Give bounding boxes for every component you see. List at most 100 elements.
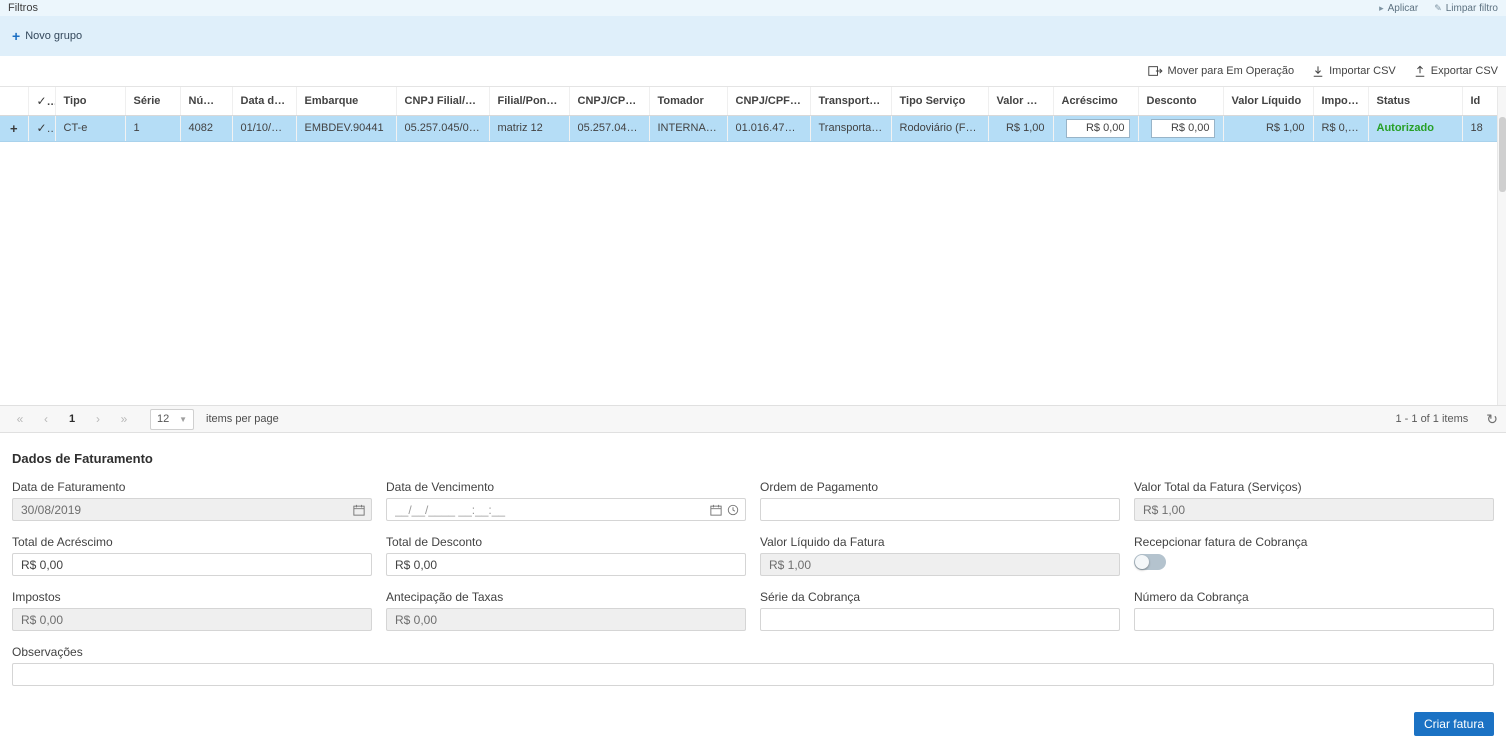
export-csv-button[interactable]: Exportar CSV bbox=[1414, 65, 1498, 78]
grid-header-row: ✓ Tipo Série Número Data de Emiss... Emb… bbox=[0, 87, 1497, 115]
pager-first-button[interactable]: « bbox=[8, 412, 32, 426]
import-csv-label: Importar CSV bbox=[1329, 65, 1396, 77]
recepcionar-toggle[interactable] bbox=[1134, 554, 1166, 570]
scrollbar-thumb[interactable] bbox=[1499, 117, 1506, 192]
field-numero-cobranca: Número da Cobrança bbox=[1134, 590, 1494, 631]
import-csv-button[interactable]: Importar CSV bbox=[1312, 65, 1396, 78]
row-expand-button[interactable]: + bbox=[0, 115, 28, 141]
apply-filter-icon: ▸ bbox=[1379, 3, 1384, 14]
billing-form: Dados de Faturamento Data de Faturamento… bbox=[0, 433, 1506, 736]
select-all-checkbox[interactable]: ✓ bbox=[28, 87, 55, 115]
field-recepcionar: Recepcionar fatura de Cobrança bbox=[1134, 535, 1494, 576]
grouping-bar: + Novo grupo bbox=[0, 16, 1506, 56]
column-header-filial[interactable]: Filial/Ponto de O... bbox=[489, 87, 569, 115]
documents-table: ✓ Tipo Série Número Data de Emiss... Emb… bbox=[0, 87, 1498, 142]
field-ordem-pagamento: Ordem de Pagamento bbox=[760, 480, 1120, 521]
clock-icon[interactable] bbox=[727, 504, 739, 516]
desconto-input[interactable] bbox=[1151, 119, 1215, 138]
column-header-cnpj-tomador[interactable]: CNPJ/CPF Tomador bbox=[569, 87, 649, 115]
new-group-label: Novo grupo bbox=[25, 30, 82, 42]
clear-filter-button[interactable]: ✎ Limpar filtro bbox=[1434, 3, 1498, 14]
table-row[interactable]: + ✓ CT-e 1 4082 01/10/2018 11:07 EMBDEV.… bbox=[0, 115, 1497, 141]
field-valor-total: Valor Total da Fatura (Serviços) bbox=[1134, 480, 1494, 521]
billing-form-grid: Data de Faturamento Data de Vencimento O… bbox=[12, 480, 1494, 631]
serie-cobranca-label: Série da Cobrança bbox=[760, 590, 1120, 604]
cell-data-emissao: 01/10/2018 11:07 bbox=[232, 115, 296, 141]
pager-last-button[interactable]: » bbox=[112, 412, 136, 426]
column-header-tipo[interactable]: Tipo bbox=[55, 87, 125, 115]
valor-liquido-label: Valor Líquido da Fatura bbox=[760, 535, 1120, 549]
column-header-valor-liquido[interactable]: Valor Líquido bbox=[1223, 87, 1313, 115]
column-header-status[interactable]: Status bbox=[1368, 87, 1462, 115]
cell-id: 18 bbox=[1462, 115, 1497, 141]
ordem-pagamento-input[interactable] bbox=[760, 498, 1120, 521]
items-per-page-label: items per page bbox=[206, 413, 279, 425]
create-invoice-button[interactable]: Criar fatura bbox=[1414, 712, 1494, 736]
serie-cobranca-input[interactable] bbox=[760, 608, 1120, 631]
column-header-numero[interactable]: Número bbox=[180, 87, 232, 115]
grid-vertical-scrollbar[interactable] bbox=[1497, 87, 1506, 405]
chevron-down-icon: ▼ bbox=[179, 415, 187, 424]
pager-prev-button[interactable]: ‹ bbox=[34, 412, 58, 426]
valor-liquido-input bbox=[760, 553, 1120, 576]
cell-tipo: CT-e bbox=[55, 115, 125, 141]
cell-tomador: INTERNACIONAL E ... bbox=[649, 115, 727, 141]
data-vencimento-input[interactable] bbox=[386, 498, 746, 521]
cell-valor-bruto: R$ 1,00 bbox=[988, 115, 1053, 141]
plus-icon: + bbox=[12, 29, 20, 43]
column-header-data-emissao[interactable]: Data de Emiss... bbox=[232, 87, 296, 115]
column-header-serie[interactable]: Série bbox=[125, 87, 180, 115]
new-group-button[interactable]: + Novo grupo bbox=[12, 29, 82, 43]
impostos-label: Impostos bbox=[12, 590, 372, 604]
column-header-tipo-servico[interactable]: Tipo Serviço bbox=[891, 87, 988, 115]
ordem-pagamento-label: Ordem de Pagamento bbox=[760, 480, 1120, 494]
export-csv-icon bbox=[1414, 65, 1426, 78]
pager-current-page[interactable]: 1 bbox=[60, 408, 84, 430]
grid-pager: « ‹ 1 › » 12 ▼ items per page 1 - 1 of 1… bbox=[0, 405, 1506, 433]
column-header-id[interactable]: Id bbox=[1462, 87, 1497, 115]
column-header-embarque[interactable]: Embarque bbox=[296, 87, 396, 115]
column-header-cnpj-filial[interactable]: CNPJ Filial/Ponto de ... bbox=[396, 87, 489, 115]
observacoes-input[interactable] bbox=[12, 663, 1494, 686]
acrescimo-input[interactable] bbox=[1066, 119, 1130, 138]
total-desconto-input[interactable] bbox=[386, 553, 746, 576]
cell-tipo-servico: Rodoviário (FTL) bbox=[891, 115, 988, 141]
field-impostos: Impostos bbox=[12, 590, 372, 631]
antecipacao-taxas-label: Antecipação de Taxas bbox=[386, 590, 746, 604]
cell-status: Autorizado bbox=[1368, 115, 1462, 141]
field-data-faturamento: Data de Faturamento bbox=[12, 480, 372, 521]
field-serie-cobranca: Série da Cobrança bbox=[760, 590, 1120, 631]
page-size-select[interactable]: 12 ▼ bbox=[150, 409, 194, 430]
filters-bar: Filtros ▸ Aplicar ✎ Limpar filtro bbox=[0, 0, 1506, 16]
filters-title: Filtros bbox=[8, 2, 38, 14]
total-acrescimo-label: Total de Acréscimo bbox=[12, 535, 372, 549]
expand-column-header bbox=[0, 87, 28, 115]
column-header-cnpj-transportador[interactable]: CNPJ/CPF Transp... bbox=[727, 87, 810, 115]
toggle-knob bbox=[1135, 555, 1149, 569]
row-checkbox[interactable]: ✓ bbox=[28, 115, 55, 141]
column-header-acrescimo[interactable]: Acréscimo bbox=[1053, 87, 1138, 115]
filters-actions: ▸ Aplicar ✎ Limpar filtro bbox=[1379, 3, 1498, 14]
valor-total-input bbox=[1134, 498, 1494, 521]
numero-cobranca-input[interactable] bbox=[1134, 608, 1494, 631]
field-total-desconto: Total de Desconto bbox=[386, 535, 746, 576]
pager-next-button[interactable]: › bbox=[86, 412, 110, 426]
cell-impostos: R$ 0,00 bbox=[1313, 115, 1368, 141]
field-antecipacao-taxas: Antecipação de Taxas bbox=[386, 590, 746, 631]
cell-filial: matriz 12 bbox=[489, 115, 569, 141]
apply-filter-button[interactable]: ▸ Aplicar bbox=[1379, 3, 1418, 14]
column-header-desconto[interactable]: Desconto bbox=[1138, 87, 1223, 115]
calendar-icon[interactable] bbox=[710, 504, 722, 516]
column-header-transportador[interactable]: Transportador bbox=[810, 87, 891, 115]
column-header-tomador[interactable]: Tomador bbox=[649, 87, 727, 115]
column-header-impostos[interactable]: Impostos bbox=[1313, 87, 1368, 115]
status-badge: Autorizado bbox=[1377, 122, 1434, 134]
billing-form-title: Dados de Faturamento bbox=[12, 451, 1494, 466]
column-header-valor-bruto[interactable]: Valor Bruto bbox=[988, 87, 1053, 115]
numero-cobranca-label: Número da Cobrança bbox=[1134, 590, 1494, 604]
total-acrescimo-input[interactable] bbox=[12, 553, 372, 576]
move-to-operation-button[interactable]: Mover para Em Operação bbox=[1148, 65, 1295, 77]
documents-grid: ✓ Tipo Série Número Data de Emiss... Emb… bbox=[0, 86, 1506, 405]
clear-filter-icon: ✎ bbox=[1434, 3, 1442, 14]
refresh-icon[interactable]: ↻ bbox=[1486, 411, 1498, 428]
